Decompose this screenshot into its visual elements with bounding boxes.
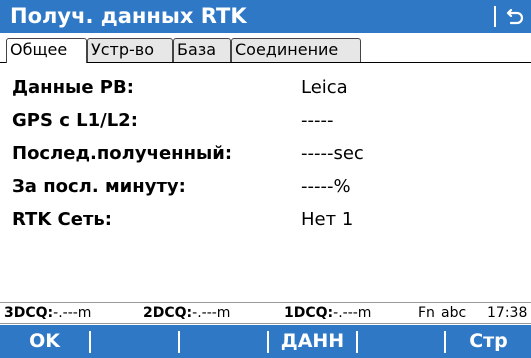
field-value: -----sec: [301, 143, 364, 164]
field-value: Нет 1: [301, 209, 354, 230]
softkey-bar: OK ДАНН Стр: [0, 325, 531, 358]
status-2dcq: 2DCQ:-.---m: [143, 303, 230, 323]
status-1dcq-value: -.---m: [333, 305, 372, 321]
field-label: За посл. минуту:: [12, 176, 186, 197]
tab-base[interactable]: База: [173, 38, 231, 62]
softkey-f3[interactable]: [180, 325, 267, 358]
status-time: 17:38: [487, 305, 528, 321]
field-row-rtk-network: RTK Сеть: Нет 1: [12, 205, 512, 235]
status-input-mode: abc: [441, 305, 467, 321]
tab-connection[interactable]: Соединение: [231, 38, 361, 62]
status-3dcq: 3DCQ:-.---m: [4, 303, 91, 323]
status-1dcq: 1DCQ:-.---m: [284, 303, 371, 323]
field-row-last-minute: За посл. минуту: -----%: [12, 172, 512, 202]
status-bar: 3DCQ:-.---m 2DCQ:-.---m 1DCQ:-.---m Fn a…: [0, 302, 531, 324]
softkey-page[interactable]: Стр: [446, 325, 531, 358]
field-row-gps-l1l2: GPS с L1/L2: -----: [12, 106, 512, 136]
field-label: RTK Сеть:: [12, 209, 112, 230]
page-title: Получ. данных RTK: [10, 4, 247, 28]
title-divider: [494, 6, 496, 27]
tab-device[interactable]: Устр-во: [87, 38, 173, 62]
field-value: -----: [301, 110, 334, 131]
field-label: Послед.полученный:: [12, 143, 233, 164]
status-3dcq-label: 3DCQ:: [4, 305, 54, 321]
back-button[interactable]: [500, 0, 531, 33]
status-2dcq-value: -.---m: [192, 305, 231, 321]
softkey-data[interactable]: ДАНН: [269, 325, 356, 358]
field-value: -----%: [301, 176, 351, 197]
title-bar: Получ. данных RTK: [0, 0, 531, 33]
status-3dcq-value: -.---m: [53, 305, 92, 321]
status-2dcq-label: 2DCQ:: [143, 305, 193, 321]
softkey-f2[interactable]: [91, 325, 178, 358]
field-row-last-received: Послед.полученный: -----sec: [12, 139, 512, 169]
status-1dcq-label: 1DCQ:: [284, 305, 334, 321]
status-fn-key: Fn: [418, 305, 435, 321]
softkey-ok[interactable]: OK: [0, 325, 89, 358]
return-arrow-icon: [506, 8, 524, 25]
tab-general[interactable]: Общее: [6, 38, 87, 63]
field-label: GPS с L1/L2:: [12, 110, 138, 131]
field-label: Данные РВ:: [12, 77, 134, 98]
field-row-rtk-data: Данные РВ: Leica: [12, 73, 512, 103]
softkey-f5[interactable]: [358, 325, 444, 358]
field-value: Leica: [301, 77, 348, 98]
